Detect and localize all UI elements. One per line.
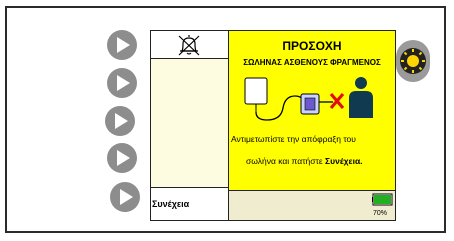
soft-key-button-4[interactable] (107, 143, 137, 173)
device-screen: Συνέχεια ΠΡΟΣΟΧΗ ΣΩΛΗΝΑΣ ΑΣΘΕΝΟΥΣ ΦΡΑΓΜΕ… (150, 30, 396, 221)
alert-message-line2-text: σωλήνα και πατήστε (246, 156, 326, 166)
continue-key[interactable]: Συνέχεια (151, 187, 228, 220)
alert-title: ΠΡΟΣΟΧΗ (282, 39, 342, 53)
alarm-silenced-bell-icon (178, 35, 200, 56)
status-bar: 70% (229, 191, 395, 220)
alert-panel: ΠΡΟΣΟΧΗ ΣΩΛΗΝΑΣ ΑΣΘΕΝΟΥΣ ΦΡΑΓΜΕΝΟΣ Αντιμ… (229, 31, 395, 191)
alert-message-line2: σωλήνα και πατήστε Συνέχεια. (231, 150, 395, 172)
alert-message-action: Συνέχεια. (325, 156, 363, 166)
soft-key-button-continue[interactable] (110, 182, 140, 212)
alarm-silence-key[interactable] (151, 31, 228, 59)
alert-message-line1: Αντιμετωπίστε την απόφραξη του (231, 134, 356, 144)
play-icon (120, 189, 133, 205)
alert-subtitle: ΣΩΛΗΝΑΣ ΑΣΘΕΝΟΥΣ ΦΡΑΓΜΕΝΟΣ (243, 58, 381, 67)
soft-key-button-2[interactable] (107, 68, 137, 98)
battery-icon (372, 193, 393, 206)
blocked-tube-illustration (244, 77, 373, 121)
soft-key-button-1[interactable] (107, 30, 137, 60)
sun-icon (396, 40, 430, 82)
soft-key-button-3[interactable] (105, 106, 135, 136)
brightness-button[interactable] (394, 39, 432, 83)
soft-key-label-column: Συνέχεια (151, 31, 229, 220)
alert-message: Αντιμετωπίστε την απόφραξη του σωλήνα κα… (231, 128, 395, 172)
play-icon (117, 37, 130, 53)
play-icon (117, 75, 130, 91)
battery-percent: 70% (373, 210, 388, 217)
continue-label: Συνέχεια (152, 199, 190, 209)
play-icon (117, 150, 130, 166)
play-icon (115, 113, 128, 129)
